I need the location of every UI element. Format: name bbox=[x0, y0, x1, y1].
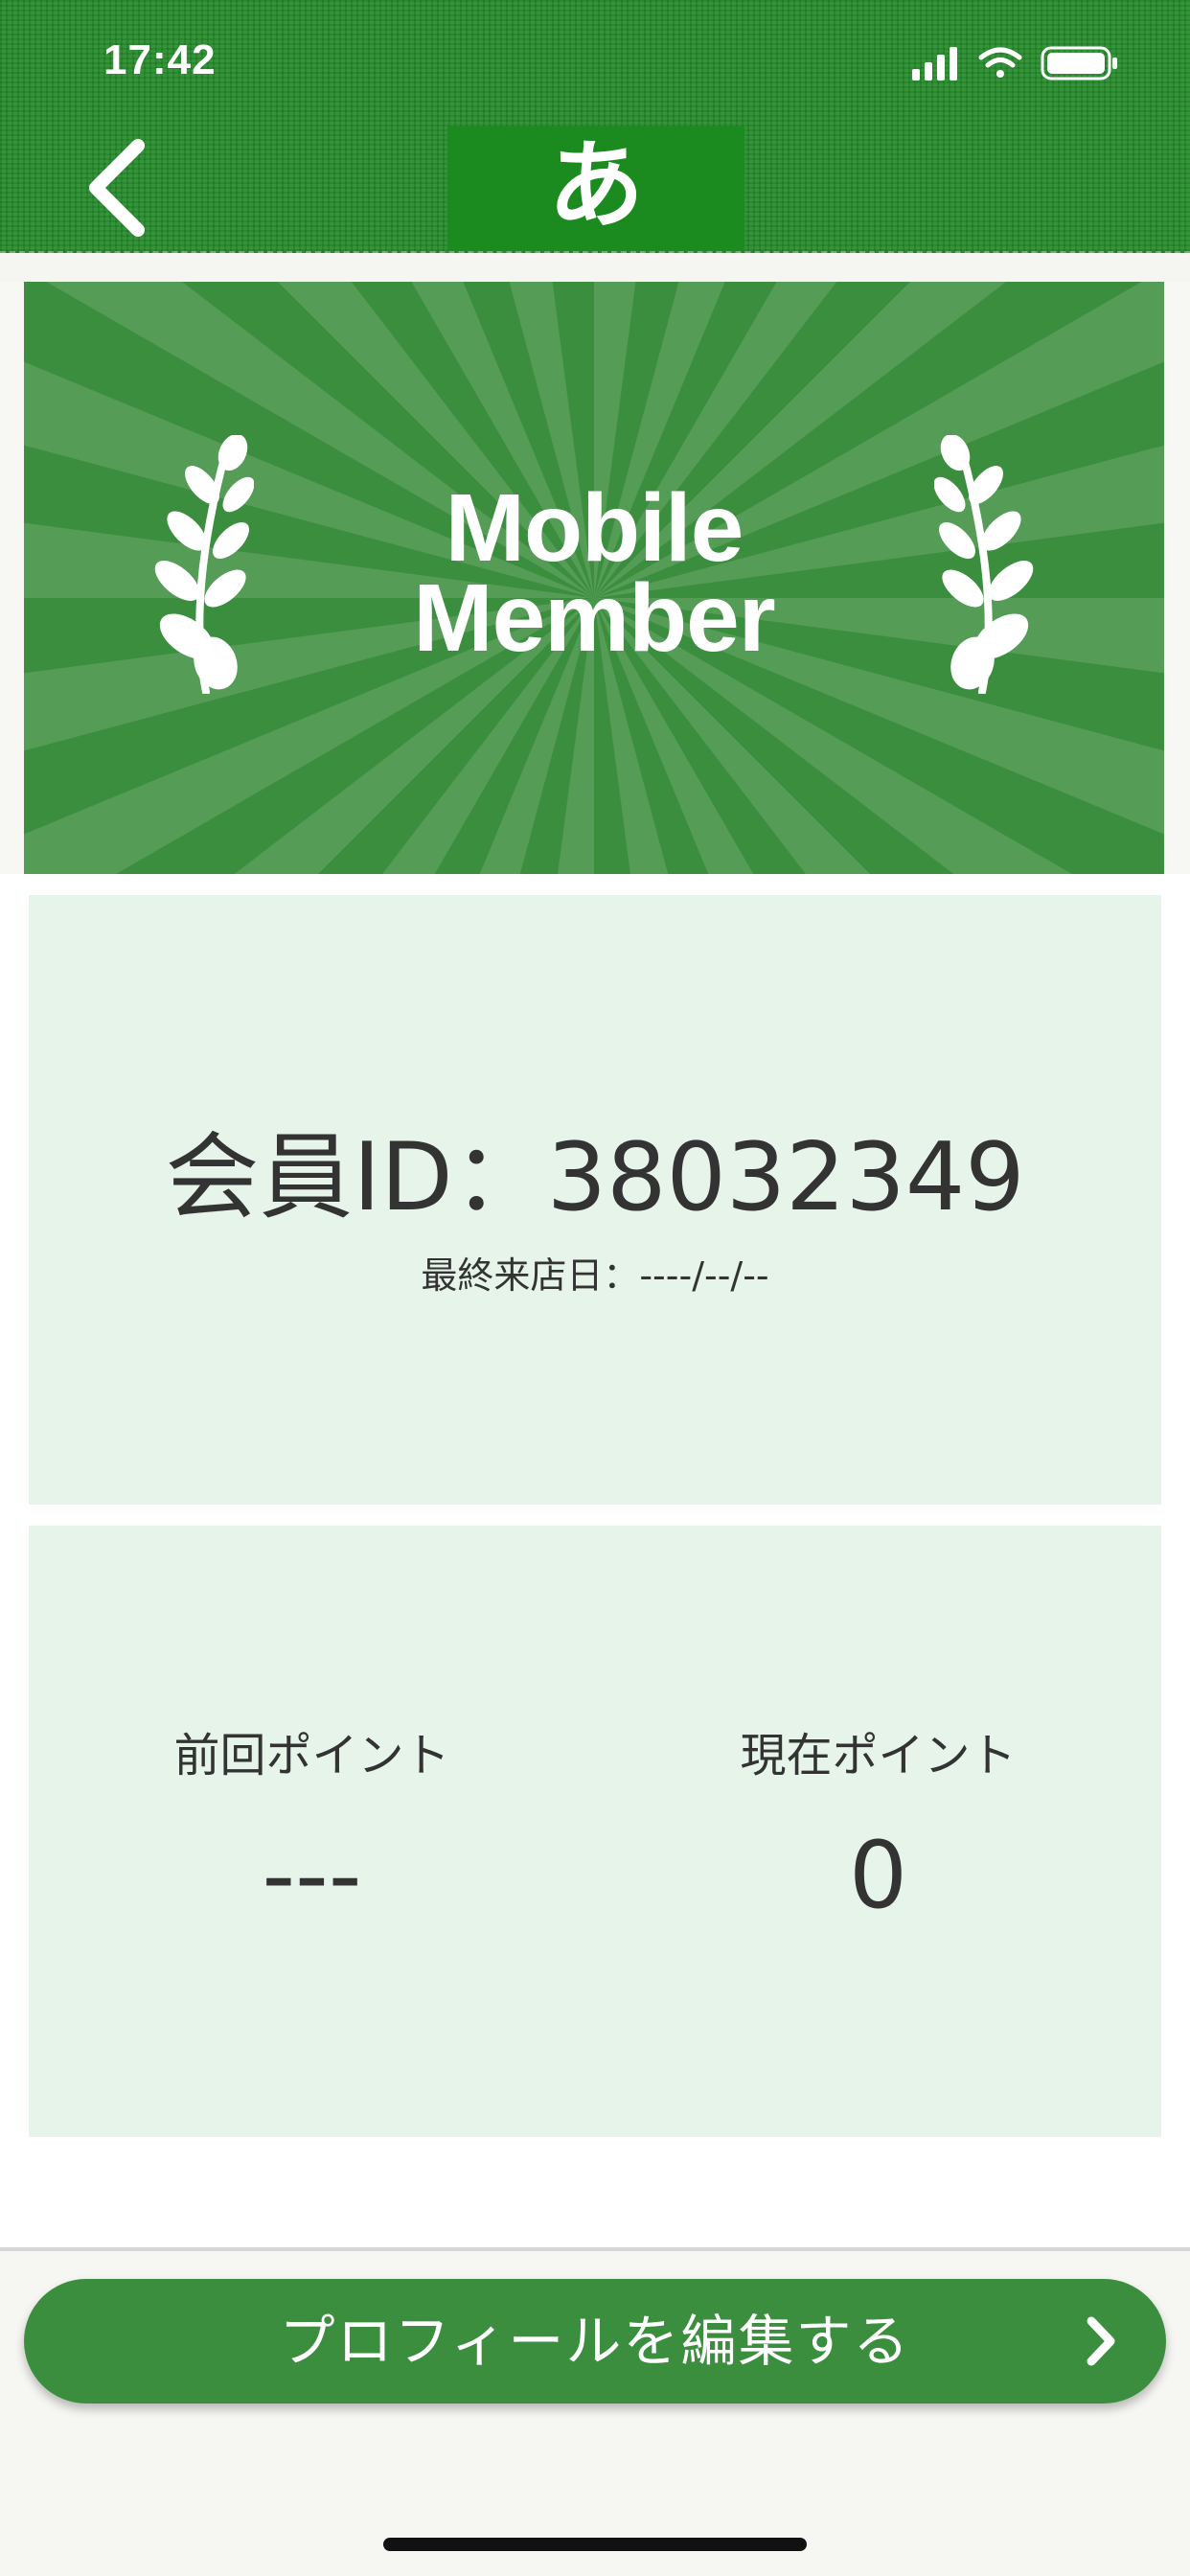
current-points: 現在ポイント 0 bbox=[595, 1717, 1161, 1928]
current-points-value: 0 bbox=[848, 1822, 908, 1929]
previous-points-value: --- bbox=[262, 1822, 362, 1929]
member-id: 会員ID：38032349 bbox=[165, 1123, 1025, 1232]
edit-profile-button[interactable]: プロフィールを編集する bbox=[24, 2279, 1166, 2404]
member-id-card: 会員ID：38032349 最終来店日：----/--/-- bbox=[29, 895, 1161, 1505]
header-divider bbox=[0, 253, 1190, 282]
previous-points: 前回ポイント --- bbox=[29, 1717, 595, 1928]
app-logo: あ bbox=[447, 126, 744, 251]
status-bar: 17:42 bbox=[0, 0, 1190, 125]
wifi-icon bbox=[978, 47, 1022, 78]
current-points-label: 現在ポイント bbox=[740, 1729, 1017, 1782]
signal-icon bbox=[912, 47, 957, 80]
battery-icon bbox=[1041, 46, 1117, 80]
edit-profile-label: プロフィールを編集する bbox=[279, 2309, 911, 2374]
chevron-right-icon bbox=[1087, 2316, 1115, 2366]
status-icons bbox=[912, 46, 1117, 80]
mobile-member-banner: Mobile Member bbox=[24, 282, 1164, 874]
last-visit-date: 最終来店日：----/--/-- bbox=[421, 1254, 769, 1297]
home-indicator[interactable] bbox=[383, 2538, 807, 2551]
back-chevron-icon[interactable] bbox=[77, 134, 163, 240]
logo-text: あ bbox=[548, 128, 644, 242]
app-header: 17:42 あ bbox=[0, 0, 1190, 253]
laurel-right-icon bbox=[934, 435, 1034, 694]
previous-points-label: 前回ポイント bbox=[173, 1729, 450, 1782]
status-time: 17:42 bbox=[103, 36, 217, 83]
points-card: 前回ポイント --- 現在ポイント 0 bbox=[29, 1526, 1161, 2137]
